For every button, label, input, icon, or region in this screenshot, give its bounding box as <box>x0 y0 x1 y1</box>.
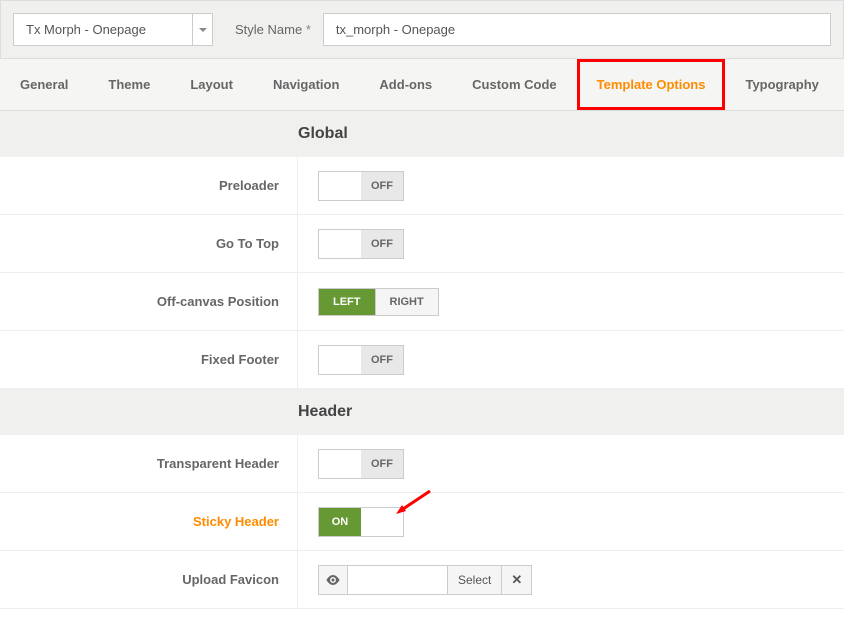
select-button[interactable]: Select <box>448 565 502 595</box>
arrow-annotation-icon <box>392 489 432 519</box>
field-transparent-header: Transparent Header OFF <box>0 435 844 493</box>
toggle-blank <box>319 172 361 200</box>
eye-icon <box>325 572 341 588</box>
toggle-go-to-top[interactable]: OFF <box>318 229 404 259</box>
chevron-down-icon <box>199 28 207 32</box>
btn-off-canvas-right[interactable]: RIGHT <box>376 289 438 315</box>
toggle-fixed-footer[interactable]: OFF <box>318 345 404 375</box>
section-title-header: Header <box>0 389 844 435</box>
field-preloader: Preloader OFF <box>0 157 844 215</box>
toggle-blank <box>319 346 361 374</box>
field-off-canvas: Off-canvas Position LEFT RIGHT <box>0 273 844 331</box>
tab-template-options[interactable]: Template Options <box>577 59 726 110</box>
field-go-to-top: Go To Top OFF <box>0 215 844 273</box>
close-icon: ✕ <box>511 572 522 588</box>
label-preloader: Preloader <box>0 157 298 214</box>
toggle-off: OFF <box>361 450 403 478</box>
preview-button[interactable] <box>318 565 348 595</box>
toggle-on: ON <box>319 508 361 536</box>
top-bar: Tx Morph - Onepage Style Name * <box>0 0 844 59</box>
tab-theme[interactable]: Theme <box>88 59 170 110</box>
field-upload-favicon: Upload Favicon Select ✕ <box>0 551 844 609</box>
label-go-to-top: Go To Top <box>0 215 298 272</box>
style-name-input[interactable] <box>323 13 831 46</box>
toggle-off: OFF <box>361 346 403 374</box>
tab-addons[interactable]: Add-ons <box>359 59 452 110</box>
template-select-wrap: Tx Morph - Onepage <box>13 13 213 46</box>
toggle-off: OFF <box>361 172 403 200</box>
tab-navigation[interactable]: Navigation <box>253 59 359 110</box>
label-fixed-footer: Fixed Footer <box>0 331 298 388</box>
label-sticky-header: Sticky Header <box>0 493 298 550</box>
btn-off-canvas-left[interactable]: LEFT <box>319 289 376 315</box>
template-select[interactable]: Tx Morph - Onepage <box>13 13 193 46</box>
section-title-global: Global <box>0 111 844 157</box>
tabs: General Theme Layout Navigation Add-ons … <box>0 59 844 111</box>
toggle-blank <box>319 230 361 258</box>
field-sticky-header: Sticky Header ON <box>0 493 844 551</box>
toggle-blank <box>319 450 361 478</box>
label-transparent-header: Transparent Header <box>0 435 298 492</box>
file-picker-favicon: Select ✕ <box>318 565 532 595</box>
label-off-canvas: Off-canvas Position <box>0 273 298 330</box>
tab-typography[interactable]: Typography <box>725 59 838 110</box>
template-select-caret[interactable] <box>193 13 213 46</box>
field-fixed-footer: Fixed Footer OFF <box>0 331 844 389</box>
btn-group-off-canvas: LEFT RIGHT <box>318 288 439 316</box>
toggle-off: OFF <box>361 230 403 258</box>
clear-button[interactable]: ✕ <box>502 565 532 595</box>
style-name-label: Style Name * <box>235 22 311 37</box>
toggle-transparent-header[interactable]: OFF <box>318 449 404 479</box>
tab-general[interactable]: General <box>0 59 88 110</box>
favicon-input[interactable] <box>348 565 448 595</box>
toggle-preloader[interactable]: OFF <box>318 171 404 201</box>
label-upload-favicon: Upload Favicon <box>0 551 298 608</box>
tab-custom-code[interactable]: Custom Code <box>452 59 577 110</box>
tab-layout[interactable]: Layout <box>170 59 253 110</box>
